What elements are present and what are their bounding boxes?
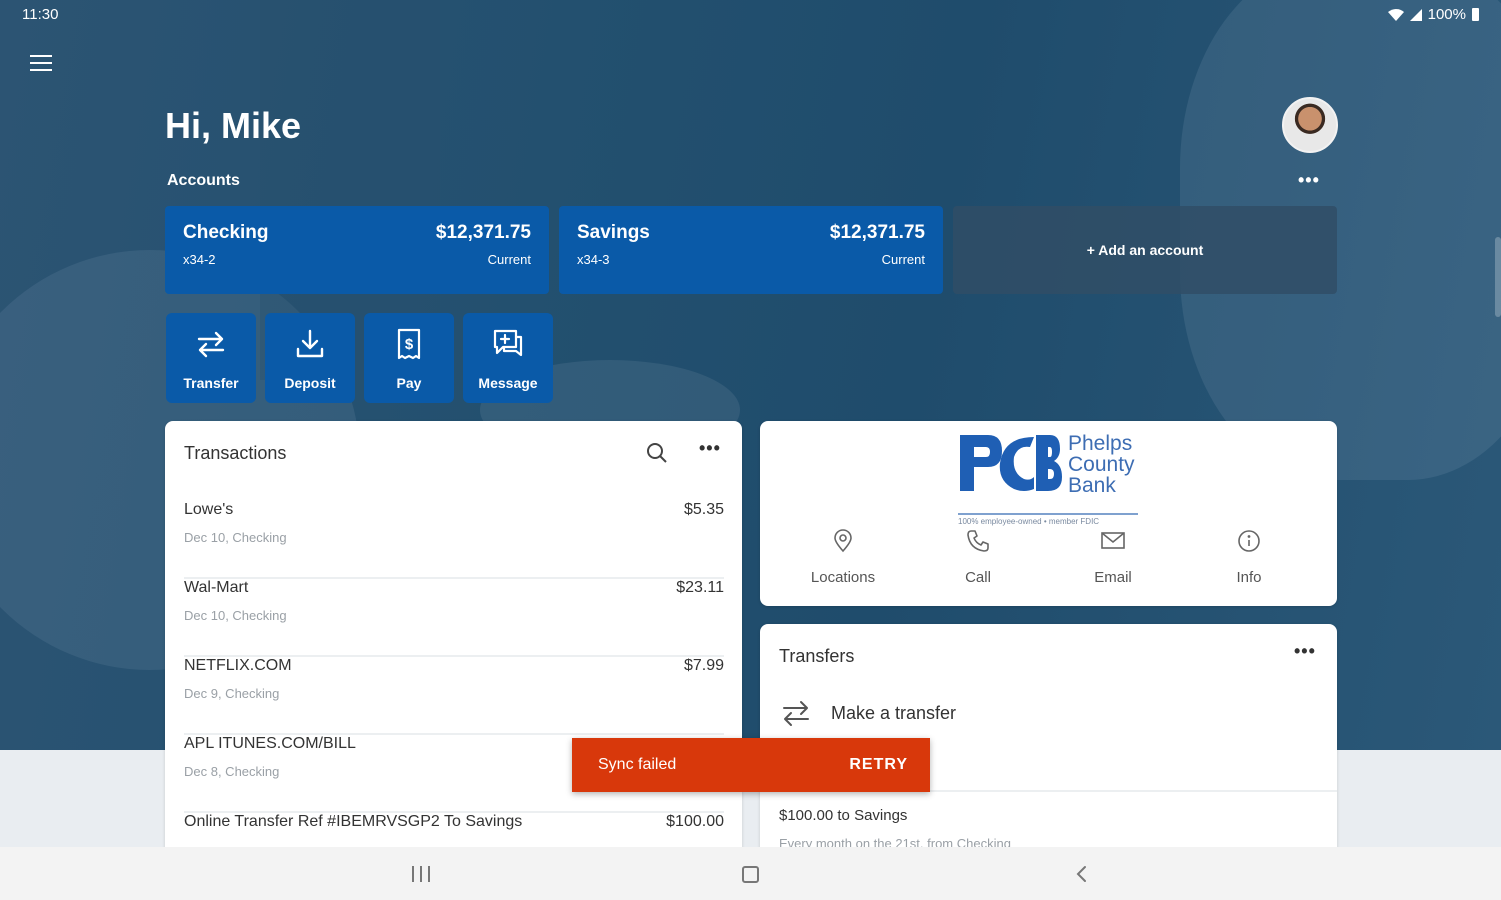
transaction-meta: Dec 9, Checking bbox=[184, 686, 280, 701]
contact-label: Info bbox=[1236, 569, 1262, 586]
accounts-label: Accounts bbox=[167, 172, 240, 189]
transaction-merchant: Online Transfer Ref #IBEMRVSGP2 To Savin… bbox=[184, 813, 523, 830]
svg-text:$: $ bbox=[405, 336, 414, 353]
account-card-checking[interactable]: Checking x34-2 $12,371.75 Current bbox=[165, 206, 549, 294]
bank-tagline: 100% employee-owned • member FDIC bbox=[958, 517, 1100, 526]
transaction-merchant: APL ITUNES.COM/BILL bbox=[184, 735, 356, 752]
deposit-icon bbox=[296, 329, 324, 358]
transactions-title: Transactions bbox=[184, 443, 287, 463]
transaction-merchant: Wal-Mart bbox=[184, 579, 249, 596]
location-pin-icon bbox=[834, 529, 852, 553]
account-name: Savings bbox=[577, 222, 650, 243]
greeting: Hi, Mike bbox=[165, 105, 302, 146]
call-button[interactable]: Call bbox=[918, 529, 1038, 586]
scroll-indicator bbox=[1495, 237, 1501, 317]
transfer-button[interactable]: Transfer bbox=[166, 313, 256, 403]
transaction-amount: $5.35 bbox=[683, 501, 724, 518]
transfer-icon bbox=[783, 701, 809, 726]
back-icon[interactable] bbox=[1072, 864, 1092, 884]
wifi-icon bbox=[1387, 8, 1404, 21]
status-bar: 11:30 100% bbox=[0, 0, 1501, 28]
transaction-amount: $23.11 bbox=[676, 579, 724, 596]
message-icon bbox=[493, 329, 523, 357]
bank-name-line: County bbox=[1068, 453, 1135, 476]
bank-name-line: Phelps bbox=[1068, 432, 1133, 455]
system-nav-bar bbox=[0, 847, 1501, 900]
transaction-amount: $100.00 bbox=[666, 813, 724, 830]
account-number: x34-2 bbox=[183, 252, 216, 267]
transaction-meta: Dec 8, Checking bbox=[184, 764, 280, 779]
transaction-meta: Dec 10, Checking bbox=[184, 530, 287, 545]
info-icon bbox=[1238, 530, 1260, 552]
home-icon[interactable] bbox=[742, 866, 759, 883]
account-name: Checking bbox=[183, 222, 269, 243]
email-icon bbox=[1101, 532, 1125, 549]
contact-label: Call bbox=[965, 569, 991, 586]
make-transfer-label: Make a transfer bbox=[831, 702, 957, 723]
search-icon[interactable] bbox=[645, 441, 669, 465]
make-transfer-button[interactable]: Make a transfer bbox=[779, 696, 956, 730]
avatar[interactable] bbox=[1282, 97, 1338, 153]
pcb-logo-mark bbox=[958, 433, 1062, 497]
action-label: Pay bbox=[396, 375, 422, 391]
account-status: Current bbox=[881, 252, 925, 267]
bank-name: Phelps County Bank bbox=[1068, 433, 1135, 496]
email-button[interactable]: Email bbox=[1053, 529, 1173, 586]
account-status: Current bbox=[487, 252, 531, 267]
sync-failed-snackbar: Sync failed RETRY bbox=[572, 738, 930, 792]
transactions-more-icon[interactable]: ••• bbox=[699, 438, 721, 459]
action-label: Message bbox=[478, 375, 538, 391]
transaction-row[interactable]: Lowe's Dec 10, Checking $5.35 bbox=[184, 501, 724, 579]
contact-label: Locations bbox=[810, 569, 876, 586]
action-label: Transfer bbox=[183, 375, 239, 391]
message-button[interactable]: Message bbox=[463, 313, 553, 403]
contact-label: Email bbox=[1094, 569, 1132, 586]
transfer-icon bbox=[197, 331, 225, 358]
more-options-icon[interactable]: ••• bbox=[1298, 170, 1320, 191]
pay-button[interactable]: $ Pay bbox=[364, 313, 454, 403]
account-balance: $12,371.75 bbox=[435, 222, 531, 243]
transaction-merchant: Lowe's bbox=[184, 501, 234, 518]
info-button[interactable]: Info bbox=[1189, 529, 1309, 586]
deposit-button[interactable]: Deposit bbox=[265, 313, 355, 403]
transaction-meta: Dec 10, Checking bbox=[184, 608, 287, 623]
retry-button[interactable]: RETRY bbox=[849, 756, 908, 774]
locations-button[interactable]: Locations bbox=[783, 529, 903, 586]
bank-name-line: Bank bbox=[1068, 474, 1116, 497]
transfers-more-icon[interactable]: ••• bbox=[1294, 641, 1316, 662]
transaction-amount: $7.99 bbox=[683, 657, 724, 674]
bank-info-card: Phelps County Bank 100% employee-owned •… bbox=[760, 421, 1337, 606]
status-time: 11:30 bbox=[22, 6, 59, 23]
scheduled-transfer[interactable]: $100.00 to Savings bbox=[779, 807, 907, 824]
transaction-row[interactable]: Wal-Mart Dec 10, Checking $23.11 bbox=[184, 579, 724, 657]
account-number: x34-3 bbox=[577, 252, 610, 267]
transactions-card: Transactions ••• Lowe's Dec 10, Checking… bbox=[165, 421, 742, 861]
phone-icon bbox=[967, 530, 989, 552]
pay-icon: $ bbox=[397, 328, 421, 360]
action-label: Deposit bbox=[284, 375, 336, 391]
bank-logo: Phelps County Bank 100% employee-owned •… bbox=[958, 433, 1143, 526]
transaction-merchant: NETFLIX.COM bbox=[184, 657, 292, 674]
signal-icon bbox=[1409, 8, 1422, 21]
menu-icon[interactable] bbox=[30, 53, 52, 73]
battery-icon bbox=[1472, 8, 1479, 21]
account-card-savings[interactable]: Savings x34-3 $12,371.75 Current bbox=[559, 206, 943, 294]
transaction-row[interactable]: NETFLIX.COM Dec 9, Checking $7.99 bbox=[184, 657, 724, 735]
account-balance: $12,371.75 bbox=[829, 222, 925, 243]
transfers-title: Transfers bbox=[779, 646, 855, 666]
battery-percent: 100% bbox=[1427, 6, 1466, 23]
add-account-button[interactable]: + Add an account bbox=[953, 206, 1337, 294]
snackbar-message: Sync failed bbox=[598, 756, 677, 773]
recent-apps-icon[interactable] bbox=[412, 866, 430, 882]
